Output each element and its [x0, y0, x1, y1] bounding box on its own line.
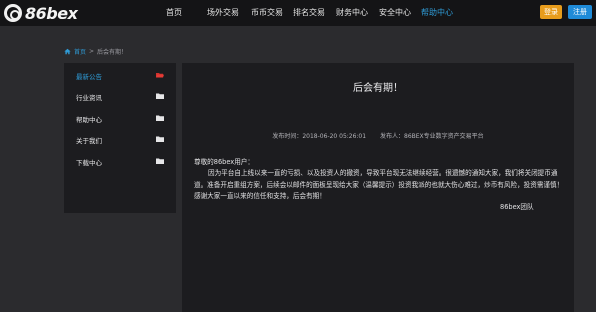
nav-finance-center[interactable]: 财务中心: [336, 7, 368, 18]
nav-home[interactable]: 首页: [166, 7, 182, 18]
folder-open-icon: [156, 72, 164, 78]
sidebar-item-help-center[interactable]: 帮助中心: [64, 109, 176, 127]
folder-icon: [156, 93, 164, 99]
breadcrumb-current: 后会有期！: [97, 49, 128, 56]
nav-coin-trade[interactable]: 币币交易: [251, 7, 283, 18]
article-signature: 86bex团队: [500, 203, 534, 211]
article-title: 后会有期！: [353, 83, 403, 94]
publish-time: 发布时间：2018-06-20 05:26:01: [272, 133, 367, 140]
publisher: 发布人：86BEX专业数字资产交易平台: [380, 133, 484, 140]
article-meta: 发布时间：2018-06-20 05:26:01 发布人：86BEX专业数字资产…: [182, 131, 574, 140]
register-button[interactable]: 注册: [568, 5, 592, 19]
article-greeting: 尊敬的86bex用户：: [194, 158, 254, 166]
top-navigation-bar: 86bex 首页 场外交易 币币交易 排名交易 财务中心 安全中心 帮助中心 登…: [0, 0, 596, 26]
home-icon: [64, 48, 71, 55]
article-body: 尊敬的86bex用户： 因为平台自上线以来一直的亏损、以及投资人的撤资，导致平台…: [194, 157, 564, 203]
login-button[interactable]: 登录: [540, 5, 562, 19]
breadcrumb-home-link[interactable]: 首页: [74, 47, 86, 56]
sidebar-item-label: 关于我们: [76, 137, 102, 145]
folder-icon: [156, 115, 164, 121]
sidebar: 最新公告 行业资讯 帮助中心 关于我们 下载中心: [64, 63, 176, 213]
sidebar-item-about-us[interactable]: 关于我们: [64, 130, 176, 148]
breadcrumb-separator: >: [89, 48, 95, 55]
sidebar-item-label: 最新公告: [76, 73, 102, 81]
main-nav: 首页 场外交易 币币交易 排名交易 财务中心 安全中心 帮助中心: [0, 0, 596, 26]
nav-ranking-trade[interactable]: 排名交易: [293, 7, 325, 18]
breadcrumb: 首页 > 后会有期！: [64, 47, 127, 56]
article-panel: 后会有期！ 发布时间：2018-06-20 05:26:01 发布人：86BEX…: [182, 63, 574, 312]
sidebar-item-label: 帮助中心: [76, 116, 102, 124]
nav-help-center[interactable]: 帮助中心: [421, 7, 453, 18]
folder-icon: [156, 136, 164, 142]
sidebar-item-industry-news[interactable]: 行业资讯: [64, 87, 176, 105]
folder-icon: [156, 158, 164, 164]
article-paragraph: 因为平台自上线以来一直的亏损、以及投资人的撤资，导致平台现无法继续经营。很遗憾的…: [194, 169, 564, 201]
nav-otc-trade[interactable]: 场外交易: [207, 7, 239, 18]
sidebar-item-label: 下载中心: [76, 159, 102, 167]
nav-security-center[interactable]: 安全中心: [379, 7, 411, 18]
sidebar-item-label: 行业资讯: [76, 94, 102, 102]
sidebar-item-latest-announcements[interactable]: 最新公告: [64, 66, 176, 84]
sidebar-item-download-center[interactable]: 下载中心: [64, 152, 176, 170]
